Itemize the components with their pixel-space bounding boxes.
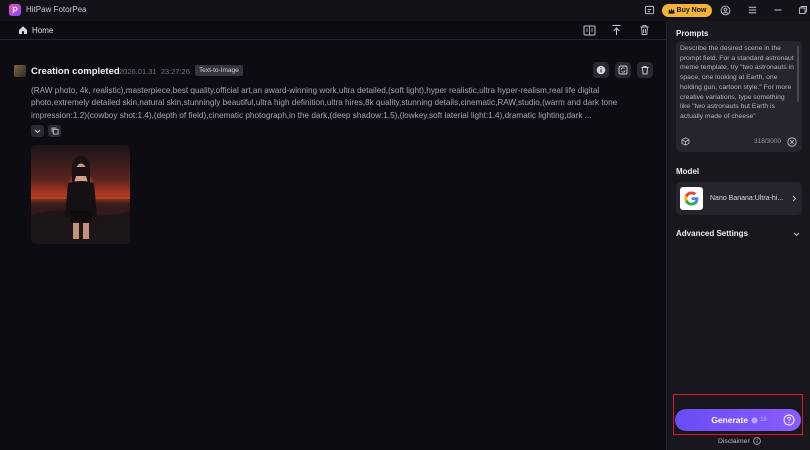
chevron-down-icon[interactable] (793, 232, 800, 237)
delete-button[interactable] (637, 62, 653, 78)
mode-badge: Text-to-Image (195, 65, 243, 76)
prompt-library-icon[interactable] (681, 137, 690, 146)
generate-cost-value: 18 (760, 417, 767, 423)
compare-icon[interactable] (582, 23, 596, 37)
menu-icon[interactable] (746, 4, 758, 16)
info-icon (752, 437, 761, 445)
prompt-box: Describe the desired scene in the prompt… (676, 41, 802, 152)
model-heading: Model (676, 167, 700, 176)
buy-now-label: Buy Now (676, 7, 707, 14)
info-button[interactable] (593, 62, 609, 78)
app-title: HitPaw FotorPea (26, 5, 87, 14)
generate-cost: 18 (751, 417, 767, 424)
chevron-down-icon (34, 129, 41, 133)
trash-icon[interactable] (637, 23, 651, 37)
prompt-scrollbar[interactable] (797, 46, 799, 102)
expand-button[interactable] (31, 125, 44, 137)
copy-icon (51, 127, 59, 135)
trash-icon (641, 65, 649, 75)
advanced-settings-toggle[interactable]: Advanced Settings (676, 229, 748, 238)
generate-label: Generate (711, 415, 749, 425)
info-icon (596, 65, 606, 75)
account-icon[interactable] (719, 4, 731, 16)
restore-icon[interactable] (797, 4, 809, 16)
notification-icon[interactable] (643, 4, 655, 16)
settings-panel: Prompts Describe the desired scene in th… (666, 21, 810, 450)
google-logo-icon (680, 187, 703, 210)
creation-title: Creation completed (31, 66, 120, 77)
model-name: Nano Banana:Ultra-hi... (710, 195, 784, 202)
app-logo: P (9, 4, 21, 16)
copy-prompt-button[interactable] (48, 125, 61, 137)
char-count: 318/3000 (754, 138, 782, 145)
main-content: Creation completed 2026.01.31 23:27:26 T… (0, 40, 666, 450)
generated-image[interactable] (31, 145, 130, 244)
refresh-icon (618, 65, 628, 75)
chevron-right-icon (792, 195, 797, 202)
title-bar: P HitPaw FotorPea Buy Now (0, 0, 810, 21)
minimize-icon[interactable] (772, 4, 784, 16)
regenerate-button[interactable] (615, 62, 631, 78)
help-icon[interactable] (783, 414, 795, 426)
buy-now-button[interactable]: Buy Now (662, 4, 712, 17)
home-icon[interactable] (18, 25, 28, 35)
upload-icon[interactable] (609, 23, 623, 37)
crown-icon (668, 7, 675, 14)
creation-timestamp: 2026.01.31 23:27:26 (119, 67, 190, 76)
user-avatar (14, 65, 26, 77)
clear-icon[interactable] (787, 137, 797, 147)
prompts-heading: Prompts (676, 29, 709, 38)
disclaimer-label: Disclaimer (718, 437, 750, 445)
prompt-text: (RAW photo, 4k, realistic),masterpiece,b… (31, 86, 618, 120)
generate-button[interactable]: Generate 18 (675, 409, 801, 431)
prompt-input[interactable]: Describe the desired scene in the prompt… (680, 44, 796, 130)
disclaimer-link[interactable]: Disclaimer (718, 437, 761, 445)
home-bar: Home (0, 21, 666, 40)
coin-icon (751, 417, 758, 423)
home-link[interactable]: Home (32, 26, 53, 35)
model-selector[interactable]: Nano Banana:Ultra-hi... (676, 182, 802, 215)
